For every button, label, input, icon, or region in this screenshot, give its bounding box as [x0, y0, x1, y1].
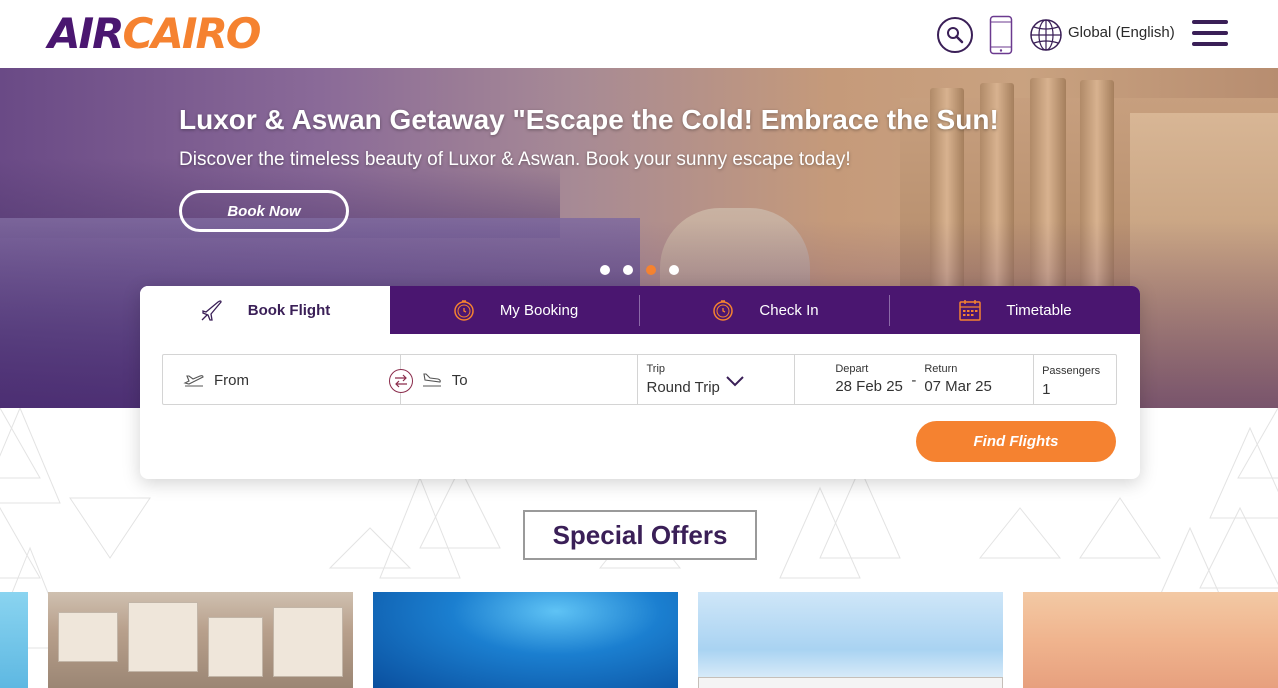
search-button[interactable] [937, 17, 973, 53]
slider-dot[interactable] [600, 265, 610, 275]
date-separator: - [911, 372, 917, 389]
swap-button[interactable] [389, 369, 413, 393]
plane-icon [201, 300, 222, 321]
mobile-app-button[interactable] [988, 14, 1014, 56]
menu-icon-line [1192, 31, 1228, 35]
tab-my-booking[interactable]: My Booking [390, 286, 640, 334]
slider-dot[interactable] [669, 265, 679, 275]
swap-icon [395, 374, 407, 388]
find-flights-button[interactable]: Find Flights [916, 421, 1116, 462]
depart-value: 28 Feb 25 [835, 378, 903, 395]
tab-label: Timetable [1006, 301, 1072, 319]
passengers-value: 1 [1042, 381, 1051, 398]
tab-check-in[interactable]: Check In [640, 286, 890, 334]
tab-timetable[interactable]: Timetable [890, 286, 1140, 334]
clock-icon [713, 300, 734, 321]
booking-tabs: Book Flight My Booking Check In Timetabl… [140, 286, 1140, 334]
to-input[interactable]: To [452, 372, 468, 389]
return-label: Return [924, 363, 958, 375]
language-label[interactable]: Global (English) [1068, 24, 1175, 41]
logo-text-air: AIR [48, 9, 124, 58]
mobile-icon [989, 15, 1013, 55]
landing-icon [422, 373, 441, 387]
air-cairo-logo[interactable]: AIR CAIRO [48, 9, 261, 58]
takeoff-icon [183, 375, 204, 387]
slider-dot[interactable] [623, 265, 633, 275]
return-value: 07 Mar 25 [924, 378, 992, 395]
chevron-down-icon [725, 376, 744, 387]
passengers-label: Passengers [1042, 365, 1101, 377]
hamburger-menu-button[interactable] [1192, 20, 1228, 46]
search-icon [947, 27, 964, 44]
tab-label: Book Flight [247, 301, 331, 319]
from-input[interactable]: From [214, 372, 249, 389]
booking-widget: Book Flight My Booking Check In Timetabl… [140, 286, 1140, 479]
offer-image-building [208, 617, 263, 677]
offer-image-building [58, 612, 118, 662]
from-field[interactable]: From [163, 355, 413, 404]
special-offers-heading: Special Offers [523, 510, 757, 560]
offer-image-building [273, 607, 343, 677]
logo-text-cairo: CAIRO [122, 9, 261, 58]
trip-value: Round Trip [646, 379, 720, 396]
offer-card[interactable] [1023, 592, 1278, 688]
menu-icon-line [1192, 42, 1228, 46]
flight-search-form: From To Trip Round Trip Depart 28 Feb 25… [162, 354, 1117, 405]
offer-image-building [128, 602, 198, 672]
book-now-button[interactable]: Book Now [179, 190, 349, 232]
globe-icon [1030, 19, 1062, 51]
slider-dots [600, 265, 679, 275]
offer-card[interactable] [48, 592, 353, 688]
slider-dot-active[interactable] [646, 265, 656, 275]
hero-title: Luxor & Aswan Getaway "Escape the Cold! … [179, 104, 999, 135]
offer-card[interactable] [698, 592, 1003, 688]
offer-card[interactable] [0, 592, 28, 688]
trip-label: Trip [646, 363, 666, 375]
to-field[interactable]: To [401, 355, 638, 404]
calendar-icon [959, 300, 982, 321]
passengers-field[interactable]: Passengers 1 [1034, 355, 1116, 404]
dates-field[interactable]: Depart 28 Feb 25 - Return 07 Mar 25 [795, 355, 1035, 404]
site-header: AIR CAIRO Global (English) [0, 0, 1278, 68]
clock-icon [454, 300, 474, 321]
tab-book-flight[interactable]: Book Flight [140, 286, 390, 334]
hero-subtitle: Discover the timeless beauty of Luxor & … [179, 149, 851, 170]
offer-image-building [698, 677, 1003, 688]
language-selector[interactable] [1028, 17, 1064, 53]
trip-type-select[interactable]: Trip Round Trip [638, 355, 796, 404]
menu-icon-line [1192, 20, 1228, 24]
depart-label: Depart [835, 363, 869, 375]
tab-label: My Booking [499, 301, 579, 319]
offer-card[interactable] [373, 592, 678, 688]
tab-label: Check In [759, 301, 819, 319]
